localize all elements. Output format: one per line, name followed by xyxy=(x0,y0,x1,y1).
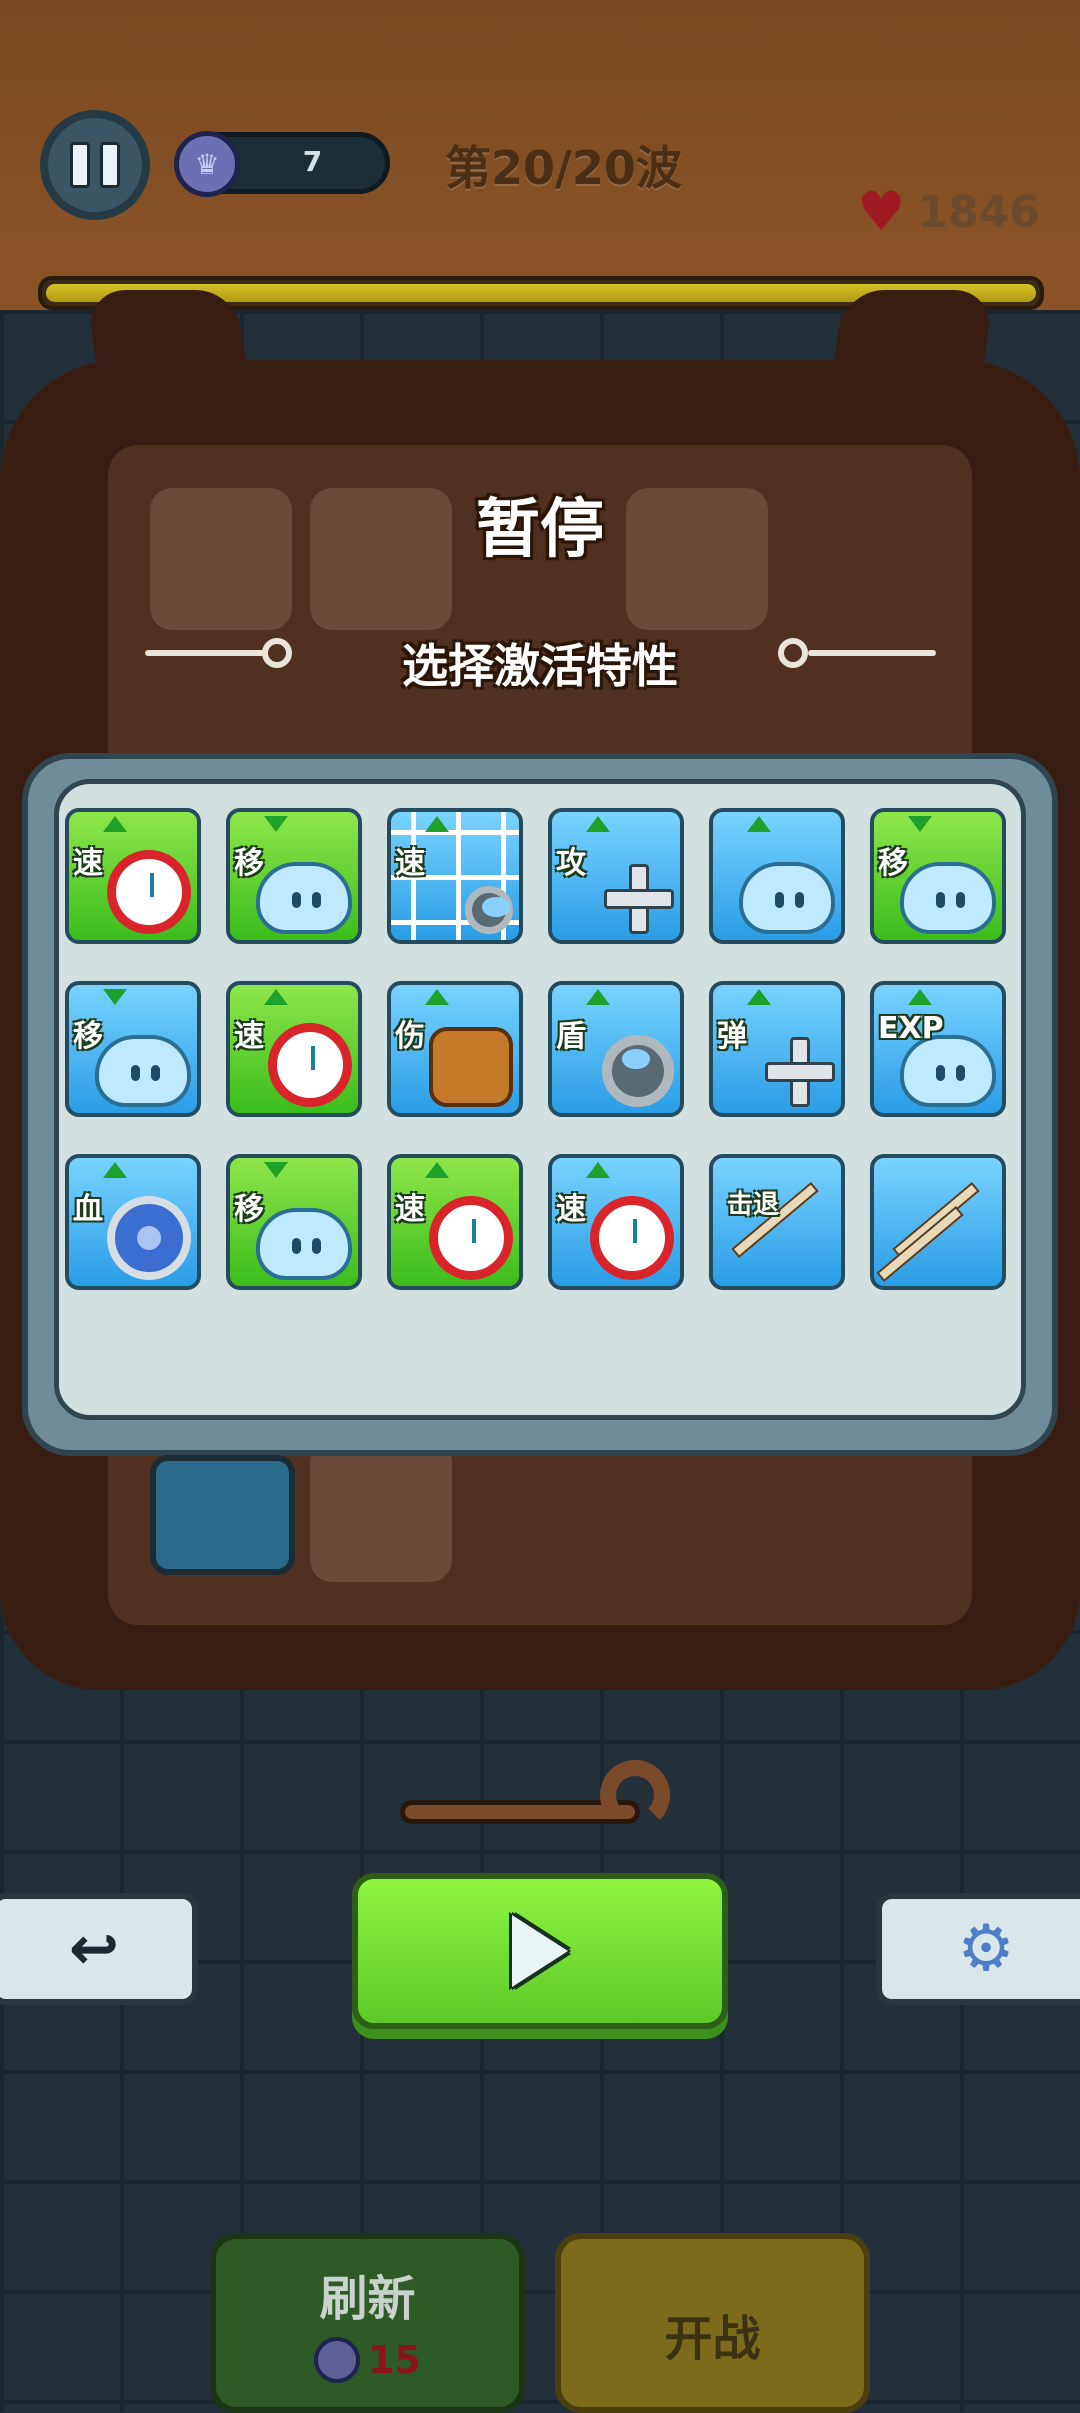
play-icon xyxy=(512,1915,568,1987)
trait-panel: 速移速攻移移速伤盾弹 EXP 血移速速击退 xyxy=(22,753,1058,1456)
clock-icon xyxy=(429,1196,513,1280)
trait-label: 速 xyxy=(395,1192,425,1227)
arrow-down-icon xyxy=(264,816,288,832)
pause-title: 暂停 xyxy=(476,493,604,567)
hp-display: ♥ 1846 xyxy=(857,185,1040,239)
trait-card[interactable]: 移 xyxy=(65,981,201,1117)
hp-value: 1846 xyxy=(917,186,1040,238)
crown-coin-icon xyxy=(314,2337,361,2383)
crown-icon: ♛ xyxy=(174,131,240,197)
refresh-cost-value: 15 xyxy=(368,2338,421,2382)
arrow-up-icon xyxy=(425,989,449,1005)
wave-counter: 第20/20波 xyxy=(445,141,682,195)
arrow-up-icon xyxy=(586,1162,610,1178)
slime-icon xyxy=(95,1035,191,1107)
trait-card[interactable]: 移 xyxy=(226,808,362,944)
arrow-up-icon xyxy=(425,816,449,832)
arrow-up-icon xyxy=(747,816,771,832)
trait-label: 移 xyxy=(234,846,264,881)
slime-icon xyxy=(900,862,996,934)
clock-icon xyxy=(107,850,191,934)
arrow-up-icon xyxy=(586,816,610,832)
trait-label: 速 xyxy=(395,846,425,881)
arrow-up-icon xyxy=(103,1162,127,1178)
trait-label: 移 xyxy=(234,1192,264,1227)
refresh-button[interactable]: 刷新 15 xyxy=(210,2233,525,2413)
trait-card[interactable]: 速 xyxy=(548,1154,684,1290)
arrow-down-icon xyxy=(908,816,932,832)
trait-card[interactable]: 盾 xyxy=(548,981,684,1117)
slime-icon xyxy=(256,862,352,934)
trait-card[interactable]: EXP xyxy=(870,981,1006,1117)
staff-hook xyxy=(600,1760,670,1830)
treasure-chest-icon xyxy=(150,1455,295,1575)
refresh-label: 刷新 xyxy=(319,2271,416,2327)
arrow-up-icon xyxy=(425,1162,449,1178)
start-battle-button[interactable]: 开战 xyxy=(555,2233,870,2413)
resume-play-button[interactable] xyxy=(352,1873,728,2029)
grid-disc-icon xyxy=(465,886,513,934)
crown-count: 7 xyxy=(302,145,323,178)
clock-icon xyxy=(590,1196,674,1280)
trait-card[interactable]: 速 xyxy=(65,808,201,944)
trait-grid: 速移速攻移移速伤盾弹 EXP 血移速速击退 xyxy=(54,779,1026,1420)
pause-button[interactable] xyxy=(40,110,150,220)
pause-icon xyxy=(70,142,120,188)
trait-label: 移 xyxy=(878,846,908,881)
inventory-slot-sword-hilt xyxy=(310,1440,452,1582)
back-button[interactable]: ↩ xyxy=(0,1893,198,2005)
refresh-cost: 15 xyxy=(216,2337,519,2383)
trait-label: 血 xyxy=(73,1192,103,1227)
trait-label: 伤 xyxy=(395,1019,425,1054)
trait-label: 移 xyxy=(73,1019,103,1054)
trait-card[interactable]: 速 xyxy=(226,981,362,1117)
shuriken-icon xyxy=(765,1037,835,1107)
crown-counter: ♛ 7 xyxy=(174,131,390,197)
trait-label: 击退 xyxy=(727,1190,780,1220)
ring-icon xyxy=(602,1035,674,1107)
heart-icon: ♥ xyxy=(857,180,906,243)
trait-label: 速 xyxy=(73,846,103,881)
arrow-down-icon xyxy=(264,1162,288,1178)
trait-card[interactable]: 速 xyxy=(387,808,523,944)
trait-card[interactable]: 速 xyxy=(387,1154,523,1290)
trait-card[interactable]: 移 xyxy=(870,808,1006,944)
backpack-icon xyxy=(429,1027,513,1107)
trait-label: 速 xyxy=(556,1192,586,1227)
trait-card[interactable] xyxy=(709,808,845,944)
arrow-down-icon xyxy=(103,989,127,1005)
select-trait-title: 选择激活特性 xyxy=(402,639,678,693)
gear-icon: ⚙ xyxy=(957,1912,1015,1986)
start-battle-label: 开战 xyxy=(664,2311,761,2367)
trait-card[interactable]: 弹 xyxy=(709,981,845,1117)
trait-card[interactable]: 伤 xyxy=(387,981,523,1117)
arrow-up-icon xyxy=(908,989,932,1005)
trait-card[interactable] xyxy=(870,1154,1006,1290)
trait-card[interactable]: 血 xyxy=(65,1154,201,1290)
settings-button[interactable]: ⚙ xyxy=(876,1893,1080,2005)
trait-label: 盾 xyxy=(556,1019,586,1054)
coin-slime-icon xyxy=(739,862,835,934)
return-arrow-icon: ↩ xyxy=(68,1914,120,1984)
trait-label: 速 xyxy=(234,1019,264,1054)
trait-card[interactable]: 攻 xyxy=(548,808,684,944)
trait-label: 攻 xyxy=(556,846,586,881)
trait-card[interactable]: 移 xyxy=(226,1154,362,1290)
trait-label: EXP xyxy=(878,1011,944,1046)
trait-label: 弹 xyxy=(717,1019,747,1054)
clock-icon xyxy=(268,1023,352,1107)
arrow-up-icon xyxy=(586,989,610,1005)
arrow-icon xyxy=(874,1205,972,1283)
arrow-up-icon xyxy=(103,816,127,832)
slime-icon xyxy=(256,1208,352,1280)
arrow-up-icon xyxy=(747,989,771,1005)
arrow-up-icon xyxy=(264,989,288,1005)
shield-icon xyxy=(107,1196,191,1280)
trait-card[interactable]: 击退 xyxy=(709,1154,845,1290)
shuriken-icon xyxy=(604,864,674,934)
